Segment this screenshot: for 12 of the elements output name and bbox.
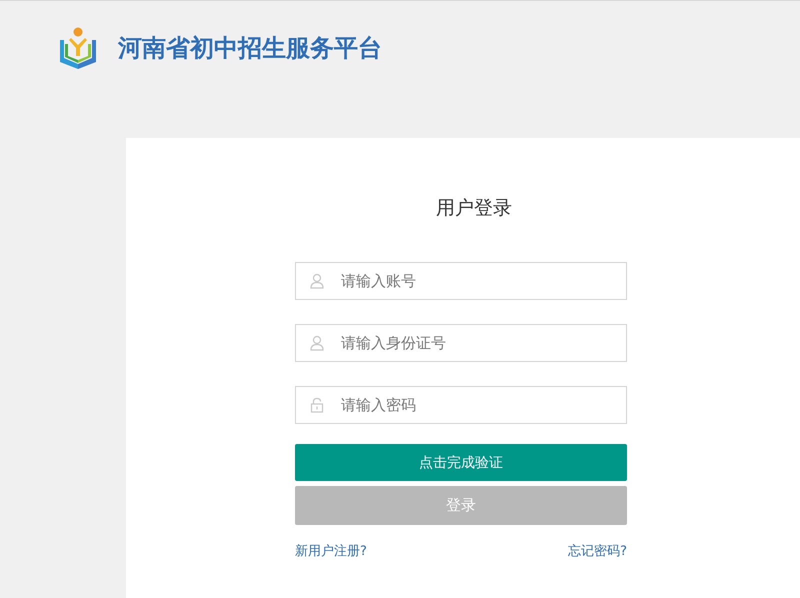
forgot-password-link[interactable]: 忘记密码?: [568, 542, 627, 560]
input-field[interactable]: 请输入身份证号: [295, 324, 627, 362]
lock-icon: [309, 397, 325, 413]
user-icon: [309, 273, 325, 289]
input-field[interactable]: 请输入账号: [295, 262, 627, 300]
book-logo-icon: [58, 26, 98, 70]
site-title: 河南省初中招生服务平台: [118, 32, 382, 64]
user-icon: [309, 335, 325, 351]
input-field[interactable]: 请输入密码: [295, 386, 627, 424]
login-title: 用户登录: [435, 196, 513, 221]
verify-button[interactable]: 点击完成验证: [295, 444, 627, 481]
register-link[interactable]: 新用户注册?: [295, 542, 367, 560]
